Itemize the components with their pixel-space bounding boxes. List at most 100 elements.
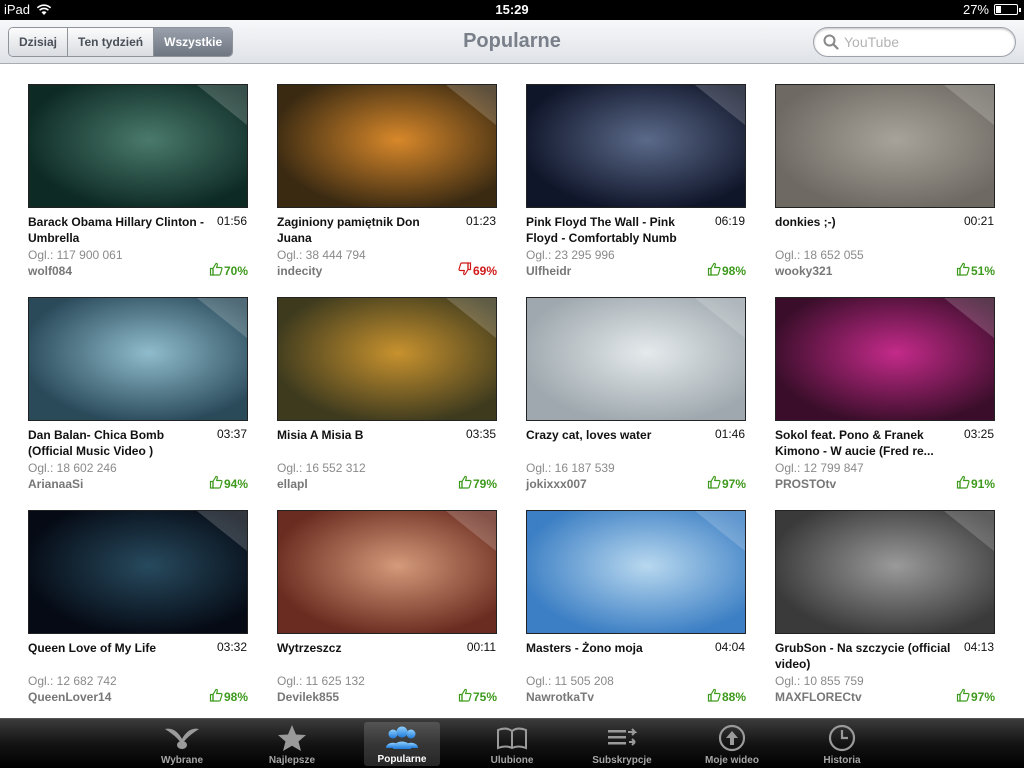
video-card[interactable]: Crazy cat, loves water 01:46 Ogl.: 16 187 … (526, 297, 746, 510)
video-views: Ogl.: 16 187 539 (526, 461, 615, 475)
video-title: Masters - Żono moja (526, 641, 643, 655)
video-card[interactable]: donkies ;-) 00:21 Ogl.: 18 652 055 wooky321… (775, 84, 995, 297)
status-right: 27% (963, 2, 1021, 17)
video-card[interactable]: Misia A Misia B 03:35 Ogl.: 16 552 312 ella… (277, 297, 497, 510)
video-title: GrubSon - Na szczycie (official video) (775, 641, 951, 671)
thumbnail-gloss (446, 511, 496, 551)
video-rating: 51% (956, 262, 995, 279)
video-meta: Queen Love of My Life 03:32 Ogl.: 12 682 7… (28, 640, 248, 705)
rating-value: 91% (970, 476, 995, 491)
video-duration: 03:37 (216, 427, 247, 441)
thumbs-up-icon (707, 262, 721, 279)
thumbs-up-icon (209, 475, 223, 492)
tab-label: Wybrane (160, 755, 204, 766)
rating-value: 75% (472, 689, 497, 704)
video-thumbnail[interactable] (28, 297, 248, 421)
video-thumbnail[interactable] (28, 510, 248, 634)
thumbnail-gloss (695, 298, 745, 338)
rating-value: 94% (223, 476, 248, 491)
tab-label: Subskrypcje (592, 755, 652, 766)
tab-label: Historia (823, 755, 861, 766)
tab-najlepsze[interactable]: Najlepsze (237, 719, 347, 768)
thumbnail-gloss (197, 511, 247, 551)
thumbnail-gloss (197, 298, 247, 338)
video-rating: 91% (956, 475, 995, 492)
video-thumbnail[interactable] (277, 297, 497, 421)
video-card[interactable]: Queen Love of My Life 03:32 Ogl.: 12 682 7… (28, 510, 248, 723)
video-title: Dan Balan- Chica Bomb (Official Music Vi… (28, 428, 165, 458)
people-icon (364, 724, 440, 752)
status-time: 15:29 (495, 2, 529, 17)
video-card[interactable]: Sokol feat. Pono & Franek Kimono - W auc… (775, 297, 995, 510)
video-rating: 97% (956, 688, 995, 705)
search-input[interactable] (844, 33, 1004, 51)
status-bar: iPad 15:29 27% (0, 0, 1024, 20)
tab-subskrypcje[interactable]: Subskrypcje (567, 719, 677, 768)
video-rating: 97% (707, 475, 746, 492)
thumbs-down-icon (458, 262, 472, 279)
video-views: Ogl.: 18 602 246 (28, 461, 117, 475)
video-meta: GrubSon - Na szczycie (official video) 04… (775, 640, 995, 705)
video-card[interactable]: Pink Floyd The Wall - Pink Floyd - Comfo… (526, 84, 746, 297)
thumbs-up-icon (458, 475, 472, 492)
video-rating: 98% (209, 688, 248, 705)
video-thumbnail[interactable] (277, 510, 497, 634)
video-meta: Dan Balan- Chica Bomb (Official Music Vi… (28, 427, 248, 492)
thumbs-up-icon (707, 475, 721, 492)
video-meta: Pink Floyd The Wall - Pink Floyd - Comfo… (526, 214, 746, 279)
video-thumbnail[interactable] (28, 84, 248, 208)
video-title: Misia A Misia B (277, 428, 364, 442)
video-meta: Barack Obama Hillary Clinton - Umbrella 0… (28, 214, 248, 279)
star-icon (237, 724, 347, 752)
rating-value: 69% (472, 263, 497, 278)
tab-ulubione[interactable]: Ulubione (457, 719, 567, 768)
rating-value: 98% (721, 263, 746, 278)
video-views: Ogl.: 11 505 208 (526, 674, 614, 688)
tab-popularne[interactable]: Popularne (364, 722, 440, 766)
thumbnail-gloss (446, 85, 496, 125)
video-rating: 79% (458, 475, 497, 492)
video-rating: 70% (209, 262, 248, 279)
video-card[interactable]: Barack Obama Hillary Clinton - Umbrella 0… (28, 84, 248, 297)
rating-value: 70% (223, 263, 248, 278)
video-duration: 04:13 (963, 640, 994, 654)
clock-icon (787, 724, 897, 752)
thumbnail-gloss (944, 298, 994, 338)
video-title: donkies ;-) (775, 215, 836, 229)
video-views: Ogl.: 23 295 996 (526, 248, 615, 262)
video-rating: 94% (209, 475, 248, 492)
video-duration: 01:56 (216, 214, 247, 228)
video-meta: donkies ;-) 00:21 Ogl.: 18 652 055 wooky321… (775, 214, 995, 279)
video-thumbnail[interactable] (526, 297, 746, 421)
video-rating: 69% (458, 262, 497, 279)
video-card[interactable]: GrubSon - Na szczycie (official video) 04… (775, 510, 995, 723)
video-duration: 03:25 (963, 427, 994, 441)
video-card[interactable]: Wytrzeszcz 00:11 Ogl.: 11 625 132 Devilek85… (277, 510, 497, 723)
video-thumbnail[interactable] (526, 84, 746, 208)
tab-wybrane[interactable]: Wybrane (127, 719, 237, 768)
featured-icon (127, 724, 237, 752)
video-thumbnail[interactable] (277, 84, 497, 208)
video-thumbnail[interactable] (775, 510, 995, 634)
thumbs-up-icon (956, 262, 970, 279)
rating-value: 51% (970, 263, 995, 278)
thumbnail-gloss (695, 511, 745, 551)
video-duration: 06:19 (714, 214, 745, 228)
video-card[interactable]: Dan Balan- Chica Bomb (Official Music Vi… (28, 297, 248, 510)
video-thumbnail[interactable] (775, 84, 995, 208)
video-card[interactable]: Zaginiony pamiętnik Don Juana 01:23 Ogl.: … (277, 84, 497, 297)
video-thumbnail[interactable] (775, 297, 995, 421)
rating-value: 98% (223, 689, 248, 704)
search-field[interactable] (813, 27, 1016, 57)
video-card[interactable]: Masters - Żono moja 04:04 Ogl.: 11 505 208… (526, 510, 746, 723)
tab-moje-wideo[interactable]: Moje wideo (677, 719, 787, 768)
video-title: Crazy cat, loves water (526, 428, 652, 442)
thumbnail-gloss (944, 85, 994, 125)
video-title: Pink Floyd The Wall - Pink Floyd - Comfo… (526, 215, 677, 245)
video-thumbnail[interactable] (526, 510, 746, 634)
thumbs-up-icon (209, 262, 223, 279)
thumbs-up-icon (956, 475, 970, 492)
video-rating: 88% (707, 688, 746, 705)
tab-historia[interactable]: Historia (787, 719, 897, 768)
video-meta: Zaginiony pamiętnik Don Juana 01:23 Ogl.: … (277, 214, 497, 279)
